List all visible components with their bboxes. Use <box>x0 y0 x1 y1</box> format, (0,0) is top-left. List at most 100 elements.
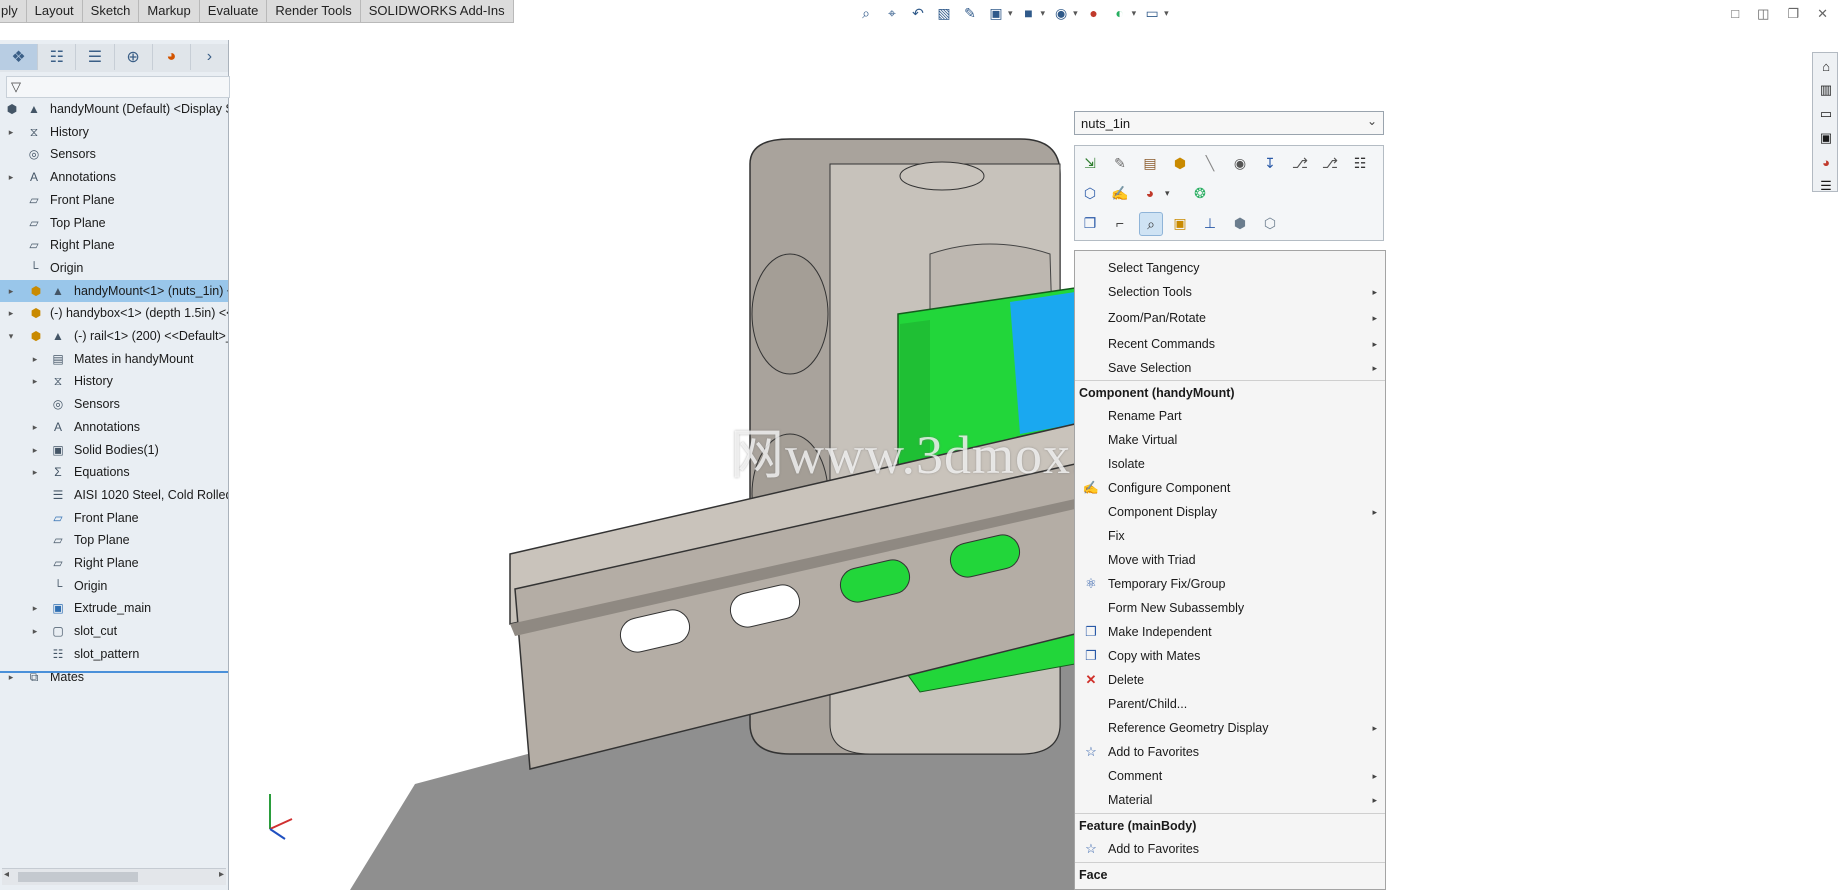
menu-item-isolate[interactable]: Isolate <box>1075 452 1385 476</box>
tree-item[interactable]: ▸ Σ Equations <box>0 461 228 483</box>
restore-icon[interactable]: ❐ <box>1787 6 1799 22</box>
property-manager-tab-icon[interactable]: ☷ <box>38 44 77 70</box>
caret-down-icon[interactable]: ▾ <box>1164 8 1169 19</box>
exploded-view-icon[interactable]: ▣ <box>1169 212 1191 234</box>
menu-item-component-display[interactable]: Component Display ▸ <box>1075 500 1385 524</box>
edit-appearance-icon[interactable]: ● <box>1084 3 1104 23</box>
scrollbar-thumb[interactable] <box>18 872 138 882</box>
view-orientation-icon[interactable]: ▣ <box>986 3 1006 23</box>
mate-icon[interactable]: ⎇ <box>1289 152 1311 174</box>
menu-item-delete[interactable]: ✕ Delete <box>1075 668 1385 692</box>
tree-item-root[interactable]: ⬢ ▲ handyMount (Default) <Display S <box>0 98 228 120</box>
expand-icon[interactable]: ▸ <box>6 302 16 324</box>
menu-item-make-virtual[interactable]: Make Virtual <box>1075 428 1385 452</box>
isolate-icon[interactable]: ╲ <box>1199 152 1221 174</box>
tree-item[interactable]: ▸ ▣ Extrude_main <box>0 597 228 619</box>
change-transparency-icon[interactable]: ▤ <box>1139 152 1161 174</box>
hide-components-icon[interactable]: ⬢ <box>1169 152 1191 174</box>
tab-evaluate[interactable]: Evaluate <box>200 0 268 22</box>
tab-render-tools[interactable]: Render Tools <box>267 0 361 22</box>
tree-item[interactable]: ☷ slot_pattern <box>0 643 228 665</box>
menu-item-move-with-triad[interactable]: Move with Triad <box>1075 548 1385 572</box>
tree-item[interactable]: ▸ ⧖ History <box>0 121 228 143</box>
menu-item-configure-component[interactable]: ✍ Configure Component <box>1075 476 1385 500</box>
view-settings-icon[interactable]: ▭ <box>1142 3 1162 23</box>
tree-item[interactable]: ▸ A Annotations <box>0 416 228 438</box>
tab-layout[interactable]: Layout <box>27 0 83 22</box>
copy-with-mates-icon[interactable]: ❐ <box>1079 212 1101 234</box>
tree-item[interactable]: ▱ Right Plane <box>0 234 228 256</box>
tab-solidworks-addins[interactable]: SOLIDWORKS Add-Ins <box>361 0 514 22</box>
tree-item[interactable]: ▱ Right Plane <box>0 552 228 574</box>
expand-icon[interactable]: ▸ <box>30 439 40 461</box>
menu-item-recent-commands[interactable]: Recent Commands ▸ <box>1075 332 1385 356</box>
tree-item[interactable]: ▾ ⬢ ▲ (-) rail<1> (200) <<Default>_ <box>0 325 228 347</box>
tree-item[interactable]: ▸ ▢ slot_cut <box>0 620 228 642</box>
caret-down-icon[interactable]: ▾ <box>1041 8 1046 19</box>
scroll-left-icon[interactable]: ◂ <box>4 869 9 880</box>
expand-icon[interactable]: ▸ <box>30 461 40 483</box>
design-library-icon[interactable]: ▥ <box>1815 79 1837 101</box>
zoom-to-fit-icon[interactable]: ⌕ <box>856 3 876 23</box>
tree-item[interactable]: ▸ ⧉ Mates <box>0 666 228 688</box>
configure-component-icon[interactable]: ⬡ <box>1079 182 1101 204</box>
appearances-icon[interactable]: ◕ <box>1815 151 1837 173</box>
chevron-down-icon[interactable]: ⌄ <box>1367 114 1377 128</box>
tree-item[interactable]: ◎ Sensors <box>0 143 228 165</box>
menu-item-material[interactable]: Material ▸ <box>1075 788 1385 812</box>
tree-item[interactable]: ▱ Front Plane <box>0 507 228 529</box>
tree-item[interactable]: ▱ Top Plane <box>0 529 228 551</box>
mate-references-icon[interactable]: ⎇ <box>1319 152 1341 174</box>
expand-icon[interactable]: ▸ <box>6 166 16 188</box>
tree-horizontal-scrollbar[interactable]: ◂ ▸ <box>2 868 226 885</box>
configuration-manager-tab-icon[interactable]: ☰ <box>76 44 115 70</box>
expand-icon[interactable]: ▸ <box>6 666 16 688</box>
more-tabs-icon[interactable]: › <box>191 44 228 70</box>
menu-item-selection-tools[interactable]: Selection Tools ▸ <box>1075 280 1385 304</box>
file-explorer-icon[interactable]: ▭ <box>1815 103 1837 125</box>
expand-icon[interactable]: ▸ <box>30 416 40 438</box>
expand-icon[interactable]: ▸ <box>6 280 16 302</box>
menu-item-form-new-subassembly[interactable]: Form New Subassembly <box>1075 596 1385 620</box>
collapse-icon[interactable]: ▾ <box>6 325 16 347</box>
tree-item[interactable]: ☰ AISI 1020 Steel, Cold Rolled <box>0 484 228 506</box>
tab-sketch[interactable]: Sketch <box>83 0 140 22</box>
menu-item-reference-geometry-display[interactable]: Reference Geometry Display ▸ <box>1075 716 1385 740</box>
component-properties-icon[interactable]: ☷ <box>1349 152 1371 174</box>
hide-show-icon[interactable]: ◉ <box>1051 3 1071 23</box>
zoom-to-selection-icon[interactable]: ⌕ <box>1139 212 1163 236</box>
scroll-right-icon[interactable]: ▸ <box>219 869 224 880</box>
smart-dimension-icon[interactable]: ↧ <box>1259 152 1281 174</box>
menu-item-add-to-favorites-feature[interactable]: ☆ Add to Favorites <box>1075 837 1385 861</box>
apply-scene-icon[interactable]: ◐ <box>1110 3 1130 23</box>
tree-item[interactable]: ▱ Top Plane <box>0 212 228 234</box>
menu-item-add-to-favorites[interactable]: ☆ Add to Favorites <box>1075 740 1385 764</box>
expand-icon[interactable]: ▸ <box>30 597 40 619</box>
view-mates-icon[interactable]: ◉ <box>1229 152 1251 174</box>
expand-icon[interactable]: ▸ <box>30 348 40 370</box>
view-3d-icon[interactable]: ⬢ <box>1229 212 1251 234</box>
appearance-icon[interactable]: ◕ <box>1139 182 1161 204</box>
previous-view-icon[interactable]: ↶ <box>908 3 928 23</box>
edit-sketch-icon[interactable]: ✍ <box>1109 182 1131 204</box>
component-display-icon[interactable]: ❂ <box>1189 182 1211 204</box>
normal-to-icon[interactable]: ⊥ <box>1199 212 1221 234</box>
dimxpert-tab-icon[interactable]: ⊕ <box>115 44 153 70</box>
caret-down-icon[interactable]: ▾ <box>1073 8 1078 19</box>
caret-down-icon[interactable]: ▾ <box>1008 8 1013 19</box>
tree-item[interactable]: ◎ Sensors <box>0 393 228 415</box>
tree-item[interactable]: ▸ A Annotations <box>0 166 228 188</box>
open-part-icon[interactable]: ⇲ <box>1079 152 1101 174</box>
tree-filter[interactable]: ▽ <box>6 76 230 98</box>
expand-icon[interactable]: ▸ <box>30 620 40 642</box>
tree-item-selected[interactable]: ▸ ⬢ ▲ handyMount<1> (nuts_1in) < <box>0 279 228 302</box>
display-manager-tab-icon[interactable]: ◕ <box>153 44 191 70</box>
menu-item-fix[interactable]: Fix <box>1075 524 1385 548</box>
edit-component-icon[interactable]: ✎ <box>1109 152 1131 174</box>
zoom-to-area-icon[interactable]: ⌖ <box>882 3 902 23</box>
configuration-dropdown[interactable]: nuts_1in ⌄ <box>1074 111 1384 135</box>
tree-item[interactable]: ▸ ⬢ (-) handybox<1> (depth 1.5in) << <box>0 302 228 324</box>
dynamic-annotation-icon[interactable]: ✎ <box>960 3 980 23</box>
menu-item-temporary-fix-group[interactable]: ⚛ Temporary Fix/Group <box>1075 572 1385 596</box>
menu-item-comment[interactable]: Comment ▸ <box>1075 764 1385 788</box>
